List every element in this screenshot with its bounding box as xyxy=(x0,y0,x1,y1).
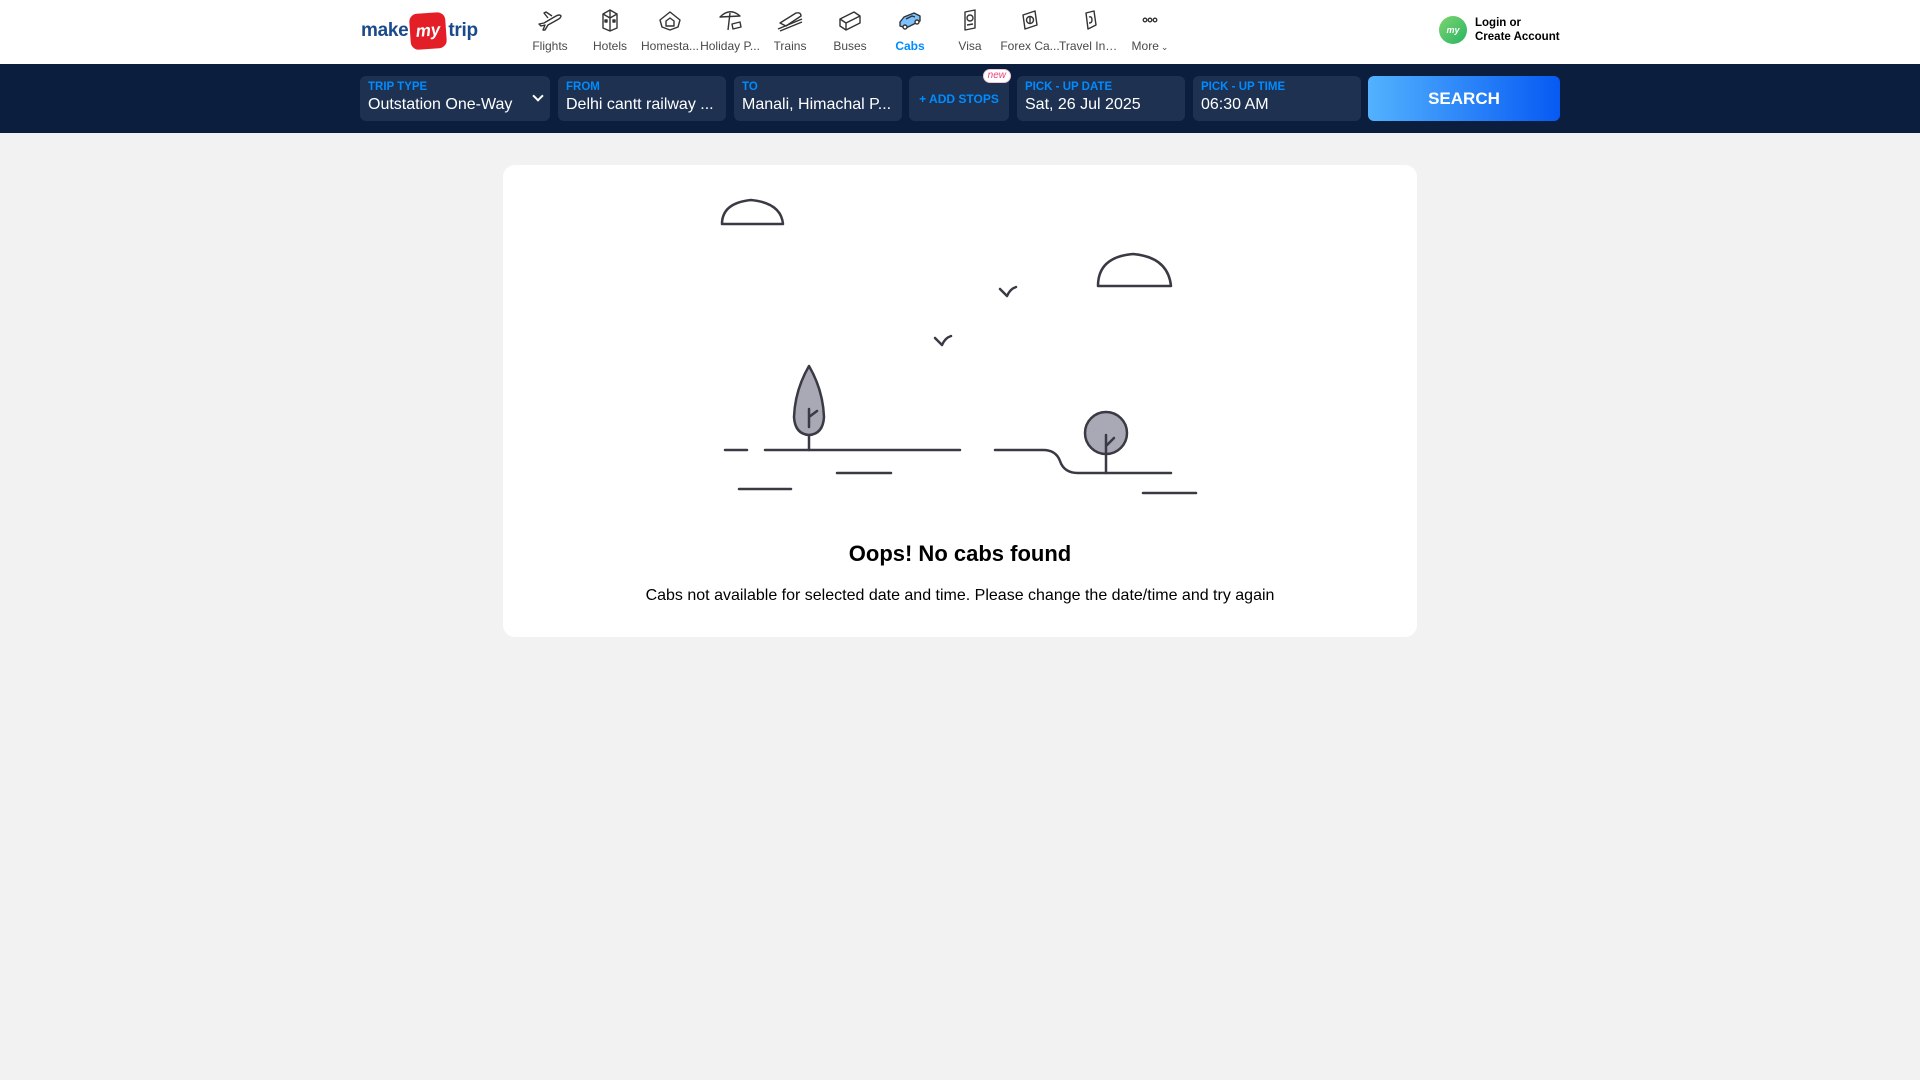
trip-type-select[interactable]: TRIP TYPE Outstation One-Way xyxy=(360,76,550,121)
train-icon xyxy=(774,6,806,34)
login-line-2: Create Account xyxy=(1475,31,1560,43)
to-label: TO xyxy=(742,81,758,93)
nav-label: Cabs xyxy=(895,39,925,53)
cloud-right xyxy=(1096,252,1173,288)
nav-label: Buses xyxy=(833,39,867,53)
ground-path xyxy=(993,448,1173,475)
nav-item-visa[interactable]: Visa xyxy=(940,0,1000,64)
to-field[interactable]: TO Manali, Himachal P... xyxy=(734,76,902,121)
nav-item-cabs[interactable]: Cabs xyxy=(880,0,940,64)
new-badge: new xyxy=(982,69,1011,83)
pickup-date-label: PICK - UP DATE xyxy=(1025,81,1113,93)
nav-label: Hotels xyxy=(592,39,627,53)
pickup-date-field[interactable]: PICK - UP DATE Sat, 26 Jul 2025 xyxy=(1017,76,1185,121)
flight-icon xyxy=(534,6,566,34)
nav-item-homestays[interactable]: Homesta... xyxy=(640,0,700,64)
makemytrip-logo[interactable]: make my trip xyxy=(361,11,478,51)
pickup-time-label: PICK - UP TIME xyxy=(1201,81,1286,93)
nav-label: Flights xyxy=(532,39,568,53)
nav-item-buses[interactable]: Buses xyxy=(820,0,880,64)
to-value: Manali, Himachal P... xyxy=(742,96,892,113)
pickup-date-value: Sat, 26 Jul 2025 xyxy=(1025,96,1141,113)
logo-text-my: my xyxy=(409,11,448,51)
no-results-card: Oops! No cabs found Cabs not available f… xyxy=(503,165,1417,637)
insurance-icon xyxy=(1074,6,1106,34)
logo-text-make: make xyxy=(361,20,409,41)
trip-type-value: Outstation One-Way xyxy=(368,96,513,113)
nav-item-holiday-packages[interactable]: Holiday P... xyxy=(700,0,760,64)
login-button[interactable]: my Login or Create Account xyxy=(1439,16,1560,44)
add-stops-button[interactable]: + ADD STOPS new xyxy=(909,69,1011,121)
product-nav: Flights Hotels Homesta... Holiday P... T… xyxy=(520,0,1180,64)
more-label-text: More xyxy=(1131,39,1159,53)
nav-item-more[interactable]: More ⌄ xyxy=(1120,0,1180,64)
login-text: Login or Create Account xyxy=(1475,16,1560,44)
hotel-icon xyxy=(594,6,626,34)
trip-type-label: TRIP TYPE xyxy=(368,81,428,93)
from-field[interactable]: FROM Delhi cantt railway ... xyxy=(558,76,726,121)
nav-label: Holiday P... xyxy=(700,39,760,53)
forex-icon xyxy=(1014,6,1046,34)
nav-item-forex-card[interactable]: Forex Ca... xyxy=(1000,0,1060,64)
bird-1 xyxy=(998,285,1018,298)
from-value: Delhi cantt railway ... xyxy=(566,96,714,113)
pickup-time-field[interactable]: PICK - UP TIME 06:30 AM xyxy=(1193,76,1361,121)
bird-2 xyxy=(933,334,953,347)
nav-item-hotels[interactable]: Hotels xyxy=(580,0,640,64)
mmt-avatar-icon: my xyxy=(1439,16,1467,44)
more-icon xyxy=(1134,6,1166,34)
nav-label: Homesta... xyxy=(640,39,700,53)
nav-item-travel-insurance[interactable]: Travel Ins... xyxy=(1059,0,1121,64)
pickup-time-value: 06:30 AM xyxy=(1201,96,1269,113)
add-stops-label: + ADD STOPS xyxy=(919,91,999,106)
cloud-left xyxy=(720,198,785,226)
from-label: FROM xyxy=(566,81,600,93)
no-results-landscape-illustration xyxy=(720,198,1198,495)
nav-label: Forex Ca... xyxy=(1000,39,1060,53)
search-button[interactable]: SEARCH xyxy=(1368,76,1560,121)
nav-label-more: More ⌄ xyxy=(1132,39,1169,53)
nav-item-trains[interactable]: Trains xyxy=(760,0,820,64)
nav-item-flights[interactable]: Flights xyxy=(520,0,580,64)
top-header: make my trip Flights Hotels Homesta... H… xyxy=(0,0,1920,64)
bus-icon xyxy=(834,6,866,34)
nav-label: Trains xyxy=(773,39,807,53)
empty-state-title: Oops! No cabs found xyxy=(848,541,1072,566)
visa-icon xyxy=(954,6,986,34)
holiday-icon xyxy=(714,6,746,34)
cab-icon xyxy=(894,6,926,34)
login-line-1: Login or xyxy=(1475,17,1521,29)
chevron-down-icon: ⌄ xyxy=(1160,42,1169,52)
empty-state-message: Cabs not available for selected date and… xyxy=(645,587,1275,604)
logo-text-trip: trip xyxy=(448,20,478,41)
nav-label: Visa xyxy=(958,39,982,53)
nav-label: Travel Ins... xyxy=(1059,39,1121,53)
homestay-icon xyxy=(654,6,686,34)
search-widget-bar: TRIP TYPE Outstation One-Way FROM Delhi … xyxy=(0,64,1920,133)
